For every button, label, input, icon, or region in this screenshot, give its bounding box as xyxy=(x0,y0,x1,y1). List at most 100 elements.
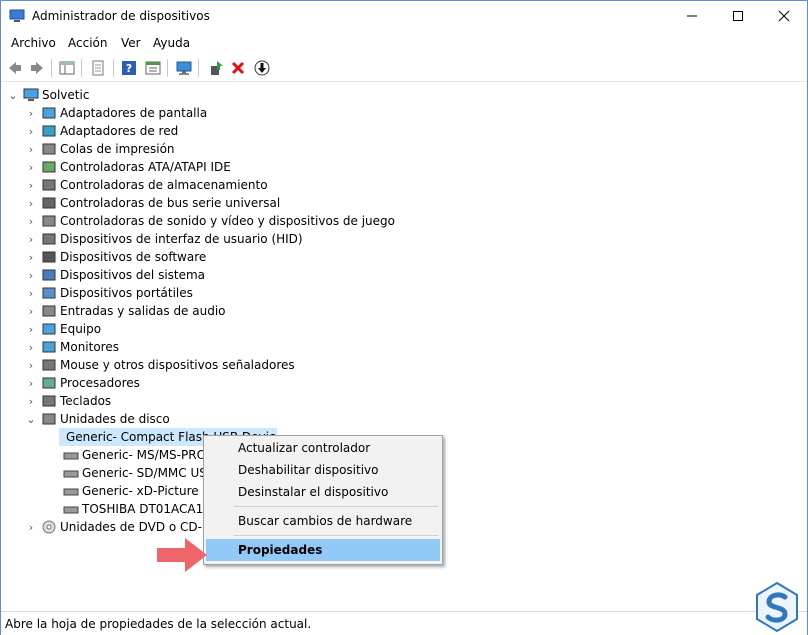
tree-category-7[interactable]: › Controladoras de sonido y vídeo y dispo… xyxy=(25,212,395,230)
menu-item-scan-hardware[interactable]: Buscar cambios de hardware xyxy=(206,510,440,532)
tree-category-12[interactable]: › Entradas y salidas de audio xyxy=(25,302,226,320)
tree-category-5[interactable]: › Controladoras de almacenamiento xyxy=(25,176,268,194)
tree-device-3[interactable]: Generic- SD/MMC USB xyxy=(59,464,215,482)
tree-category-label: Dispositivos de interfaz de usuario (HID… xyxy=(60,232,303,246)
tree-root[interactable]: ⌄ Solvetic xyxy=(7,86,89,104)
tree-category-18[interactable]: ⌄ Unidades de disco xyxy=(25,410,169,428)
maximize-button[interactable] xyxy=(715,1,761,31)
minimize-button[interactable] xyxy=(669,1,715,31)
tree-category-14[interactable]: › Monitores xyxy=(25,338,119,356)
menu-ayuda[interactable]: Ayuda xyxy=(153,36,190,50)
expand-chevron-icon[interactable]: › xyxy=(25,197,37,210)
tree-category-label: Dispositivos del sistema xyxy=(60,268,206,282)
collapse-chevron-icon[interactable]: ⌄ xyxy=(25,413,37,426)
tree-category-6[interactable]: › Controladoras de bus serie universal xyxy=(25,194,280,212)
tree-device-4[interactable]: Generic- xD-Picture USB xyxy=(59,482,227,500)
tree-category-15[interactable]: › Mouse y otros dispositivos señaladores xyxy=(25,356,295,374)
device-category-icon xyxy=(42,143,56,155)
monitor-scan-icon xyxy=(176,61,192,75)
tree-category-label: Colas de impresión xyxy=(60,142,175,156)
update-driver-button[interactable] xyxy=(206,58,226,78)
expand-chevron-icon[interactable]: › xyxy=(25,215,37,228)
properties-toolbar-button[interactable] xyxy=(88,58,108,78)
expand-chevron-icon[interactable]: › xyxy=(25,359,37,372)
expand-chevron-icon[interactable]: › xyxy=(25,251,37,264)
tree-device-5[interactable]: TOSHIBA DT01ACA100 xyxy=(59,500,219,518)
tree-category-11[interactable]: › Dispositivos portátiles xyxy=(25,284,193,302)
properties-sheet-icon xyxy=(92,60,104,76)
tree-category-label: Entradas y salidas de audio xyxy=(60,304,226,318)
toolbar-separator xyxy=(51,59,52,77)
device-category-icon xyxy=(42,395,56,407)
tree-device-2[interactable]: Generic- MS/MS-PRO xyxy=(59,446,206,464)
expand-chevron-icon[interactable]: › xyxy=(25,143,37,156)
expand-chevron-icon[interactable]: › xyxy=(25,269,37,282)
expand-chevron-icon[interactable]: › xyxy=(25,161,37,174)
dvd-drive-icon xyxy=(42,520,56,534)
device-category-icon xyxy=(42,413,56,425)
tree-category-1[interactable]: › Adaptadores de pantalla xyxy=(25,104,207,122)
expand-chevron-icon[interactable]: › xyxy=(25,521,37,534)
window-title: Administrador de dispositivos xyxy=(32,9,210,23)
tree-category-label: Teclados xyxy=(60,394,112,408)
tree-category-2[interactable]: › Adaptadores de red xyxy=(25,122,178,140)
uninstall-device-button[interactable] xyxy=(228,58,248,78)
tree-category-label: Monitores xyxy=(60,340,119,354)
tree-category-dvd[interactable]: › Unidades de DVD o CD-ROM xyxy=(25,518,230,536)
expand-chevron-icon[interactable]: › xyxy=(25,287,37,300)
tree-category-16[interactable]: › Procesadores xyxy=(25,374,140,392)
expand-chevron-icon[interactable]: › xyxy=(25,395,37,408)
tree-category-13[interactable]: › Equipo xyxy=(25,320,101,338)
device-manager-icon xyxy=(9,9,25,22)
forward-button[interactable] xyxy=(27,58,47,78)
show-hide-tree-button[interactable] xyxy=(57,58,77,78)
menu-bar: Archivo Acción Ver Ayuda xyxy=(1,32,807,54)
menu-item-properties[interactable]: Propiedades xyxy=(206,539,440,561)
menu-item-uninstall-device[interactable]: Desinstalar el dispositivo xyxy=(206,481,440,503)
toolbar: ? xyxy=(1,55,807,82)
tree-category-label: Dispositivos de software xyxy=(60,250,207,264)
expand-chevron-icon[interactable]: › xyxy=(25,233,37,246)
back-button[interactable] xyxy=(5,58,25,78)
view-toggle-button[interactable] xyxy=(143,58,163,78)
menu-item-label: Deshabilitar dispositivo xyxy=(238,463,379,477)
expand-chevron-icon[interactable]: › xyxy=(25,341,37,354)
tree-category-label: Adaptadores de pantalla xyxy=(60,106,208,120)
device-category-icon xyxy=(42,179,56,191)
tree-category-10[interactable]: › Dispositivos del sistema xyxy=(25,266,205,284)
collapse-chevron-icon[interactable]: ⌄ xyxy=(7,89,19,102)
maximize-icon xyxy=(733,11,743,21)
tree-device-label: TOSHIBA DT01ACA100 xyxy=(82,502,219,516)
tree-category-label: Adaptadores de red xyxy=(60,124,179,138)
disable-device-button[interactable] xyxy=(252,58,272,78)
tree-category-8[interactable]: › Dispositivos de interfaz de usuario (HI… xyxy=(25,230,303,248)
tree-category-17[interactable]: › Teclados xyxy=(25,392,111,410)
toolbar-separator xyxy=(81,59,82,77)
update-driver-icon xyxy=(211,61,223,75)
expand-chevron-icon[interactable]: › xyxy=(25,305,37,318)
expand-chevron-icon[interactable]: › xyxy=(25,125,37,138)
toolbar-separator xyxy=(167,59,168,77)
menu-item-label: Propiedades xyxy=(238,543,323,557)
menu-accion[interactable]: Acción xyxy=(68,36,107,50)
device-category-icon xyxy=(42,251,56,263)
menu-item-disable-device[interactable]: Deshabilitar dispositivo xyxy=(206,459,440,481)
forward-arrow-icon xyxy=(31,62,43,74)
menu-item-label: Actualizar controlador xyxy=(238,441,371,455)
expand-chevron-icon[interactable]: › xyxy=(25,323,37,336)
scan-hardware-button[interactable] xyxy=(174,58,194,78)
menu-archivo[interactable]: Archivo xyxy=(11,36,56,50)
tree-category-label: Controladoras de sonido y vídeo y dispos… xyxy=(60,214,395,228)
expand-chevron-icon[interactable]: › xyxy=(25,377,37,390)
tree-category-9[interactable]: › Dispositivos de software xyxy=(25,248,206,266)
tree-category-label: Controladoras de almacenamiento xyxy=(60,178,268,192)
tree-category-4[interactable]: › Controladoras ATA/ATAPI IDE xyxy=(25,158,231,176)
menu-item-update-driver[interactable]: Actualizar controlador xyxy=(206,437,440,459)
tree-category-3[interactable]: › Colas de impresión xyxy=(25,140,175,158)
help-button[interactable]: ? xyxy=(119,58,139,78)
expand-chevron-icon[interactable]: › xyxy=(25,179,37,192)
expand-chevron-icon[interactable]: › xyxy=(25,107,37,120)
close-button[interactable] xyxy=(761,1,807,31)
toolbar-separator xyxy=(113,59,114,77)
menu-ver[interactable]: Ver xyxy=(121,36,141,50)
